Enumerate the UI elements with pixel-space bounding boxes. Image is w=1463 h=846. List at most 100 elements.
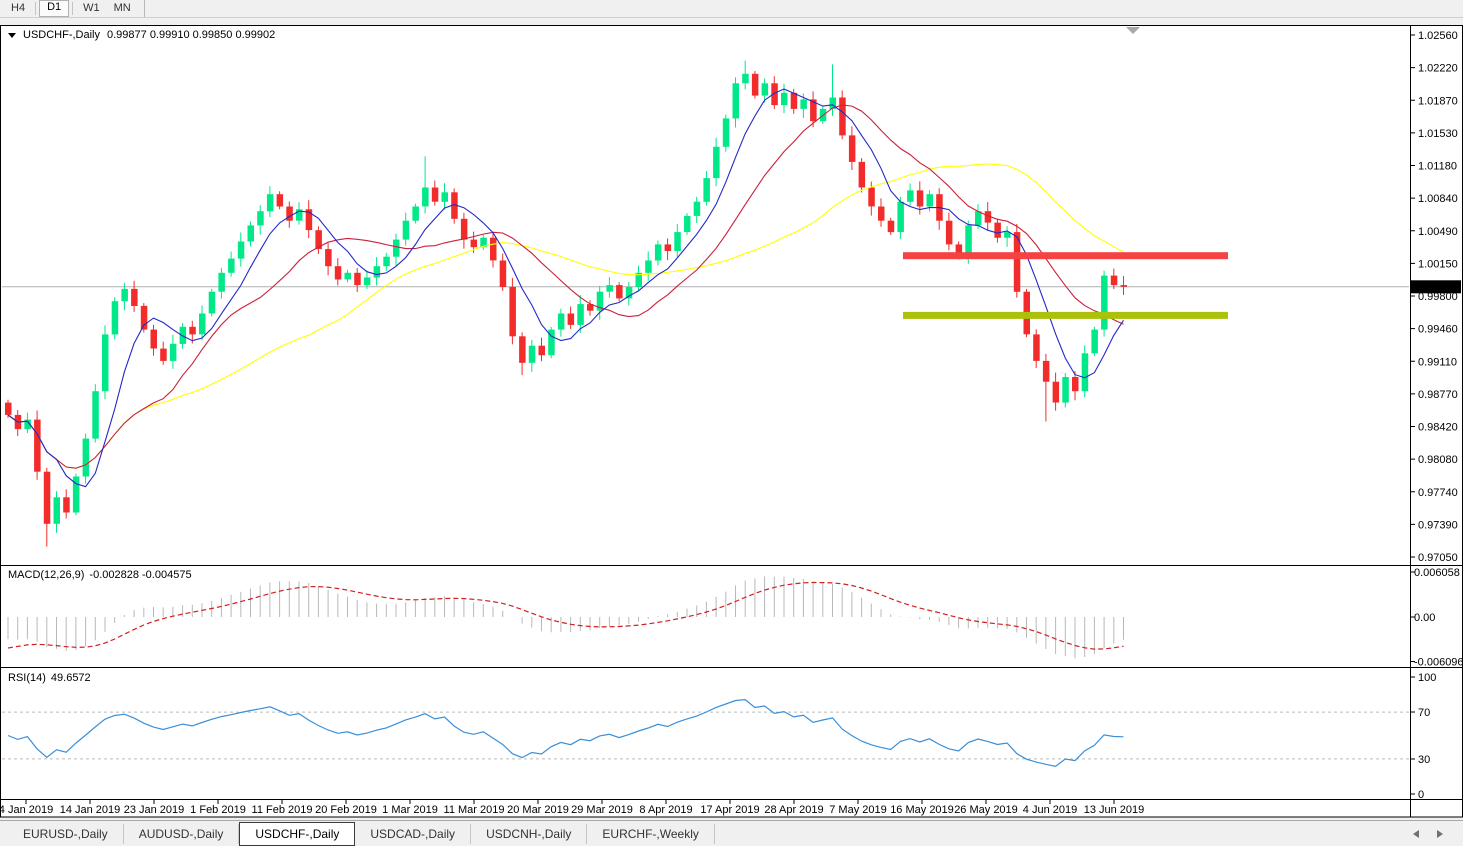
symbol-dropdown-icon[interactable] xyxy=(8,33,16,38)
chart-shift-marker[interactable] xyxy=(1126,27,1140,34)
candle-body xyxy=(151,330,158,349)
price-axis-label: 0.97050 xyxy=(1418,552,1458,564)
candle-body xyxy=(1091,330,1098,354)
candle-body xyxy=(121,289,128,301)
candle-body xyxy=(471,240,478,248)
candle-body xyxy=(432,188,439,202)
candle-body xyxy=(180,327,187,344)
current-price-label: 0.99902 xyxy=(1414,282,1454,294)
price-axis-label: 1.02560 xyxy=(1418,30,1458,42)
chart-tab-usdcnh-daily[interactable]: USDCNH-,Daily xyxy=(471,824,587,844)
candle-body xyxy=(354,273,361,285)
price-axis-label: 0.98420 xyxy=(1418,422,1458,434)
candle-body xyxy=(189,327,196,335)
candle-body xyxy=(897,202,904,232)
chart-tab-usdcad-daily[interactable]: USDCAD-,Daily xyxy=(355,824,471,844)
candle-body xyxy=(54,497,61,524)
rsi-label: RSI(14) xyxy=(8,672,46,684)
date-axis-label: 28 Apr 2019 xyxy=(764,804,823,816)
price-chart-canvas[interactable]: 1.025601.022201.018701.015301.011801.008… xyxy=(0,0,1463,846)
candle-body xyxy=(209,292,216,314)
candle-body xyxy=(665,244,672,251)
candle-body xyxy=(325,249,332,266)
candle-body xyxy=(694,202,701,216)
candle-body xyxy=(160,349,167,361)
price-axis-label: 0.99460 xyxy=(1418,324,1458,336)
price-axis-label: 0.98770 xyxy=(1418,389,1458,401)
date-axis-label: 23 Jan 2019 xyxy=(124,804,185,816)
chart-tab-usdchf-daily[interactable]: USDCHF-,Daily xyxy=(239,822,355,846)
chart-tab-eurchf-weekly[interactable]: EURCHF-,Weekly xyxy=(587,824,714,844)
chart-tab-audusd-daily[interactable]: AUDUSD-,Daily xyxy=(124,824,240,844)
candle-body xyxy=(422,188,429,207)
rsi-axis-label: 70 xyxy=(1418,707,1430,719)
candle-body xyxy=(490,238,497,261)
tab-scroll-right-button[interactable] xyxy=(1437,830,1443,838)
candle-body xyxy=(888,221,895,232)
candle-body xyxy=(1062,377,1069,403)
candle-body xyxy=(141,306,148,330)
candle-body xyxy=(994,223,1001,238)
candle-body xyxy=(529,346,536,363)
candle-body xyxy=(345,273,352,280)
candle-body xyxy=(752,74,759,96)
candle-body xyxy=(218,273,225,292)
candle-body xyxy=(733,83,740,118)
candle-body xyxy=(713,147,720,178)
candle-body xyxy=(5,403,12,415)
candle-body xyxy=(335,266,342,279)
candle-body xyxy=(616,285,623,298)
candle-body xyxy=(267,194,274,211)
macd-pane[interactable] xyxy=(8,576,1124,658)
candle-body xyxy=(170,344,177,361)
candle-body xyxy=(277,194,284,206)
candle-body xyxy=(228,259,235,273)
candle-body xyxy=(248,225,255,241)
candle-body xyxy=(606,285,613,292)
candle-body xyxy=(112,301,119,334)
date-axis-label: 8 Apr 2019 xyxy=(639,804,692,816)
candle-body xyxy=(403,221,410,240)
candle-body xyxy=(364,278,371,286)
rsi-pane[interactable] xyxy=(2,700,1409,767)
candle-body xyxy=(558,314,565,330)
candle-body xyxy=(199,314,206,335)
candle-body xyxy=(442,192,449,202)
candle-body xyxy=(703,178,710,202)
price-axis-label: 1.00840 xyxy=(1418,193,1458,205)
date-axis-label: 1 Mar 2019 xyxy=(382,804,438,816)
price-axis-label: 1.01180 xyxy=(1418,161,1457,173)
rsi-line xyxy=(8,700,1124,767)
rsi-value: 49.6572 xyxy=(51,672,91,684)
chart-tab-eurusd-daily[interactable]: EURUSD-,Daily xyxy=(8,824,124,844)
candle-body xyxy=(868,188,875,207)
chart-title: USDCHF-,Daily 0.99877 0.99910 0.99850 0.… xyxy=(8,29,275,41)
macd-axis-label: 0.00 xyxy=(1414,612,1435,624)
candle-body xyxy=(83,439,90,477)
candle-body xyxy=(781,93,788,105)
mt4-window: H4D1W1MN 1.025601.022201.018701.015301.0… xyxy=(0,0,1463,846)
candle-body xyxy=(1121,285,1128,287)
macd-signal-line xyxy=(8,583,1124,650)
candle-body xyxy=(965,225,972,256)
candle-body xyxy=(461,219,468,240)
support-level-line[interactable] xyxy=(903,312,1228,319)
candle-body xyxy=(907,190,914,201)
candle-body xyxy=(63,497,69,512)
date-axis-label: 20 Mar 2019 xyxy=(507,804,569,816)
candle-body xyxy=(723,118,730,146)
candle-body xyxy=(791,93,798,109)
rsi-pane-title: RSI(14) 49.6572 xyxy=(8,672,96,684)
chart-tab-bar: EURUSD-,DailyAUDUSD-,DailyUSDCHF-,DailyU… xyxy=(0,820,1463,846)
candle-body xyxy=(257,211,264,225)
main-price-pane[interactable] xyxy=(2,61,1409,547)
candle-body xyxy=(383,257,390,267)
candle-body xyxy=(975,211,982,225)
date-axis-label: 4 Jan 2019 xyxy=(0,804,53,816)
price-axis-label: 0.98080 xyxy=(1418,454,1458,466)
resistance-level-line[interactable] xyxy=(903,252,1228,259)
date-axis-label: 7 May 2019 xyxy=(829,804,886,816)
tab-scroll-left-button[interactable] xyxy=(1413,830,1419,838)
candle-body xyxy=(1111,276,1118,286)
candle-body xyxy=(878,207,885,221)
